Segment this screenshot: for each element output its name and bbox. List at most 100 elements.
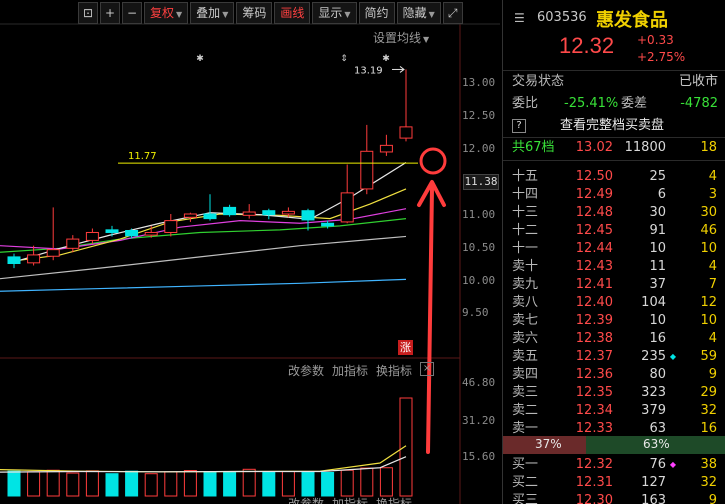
level-volume: 163	[641, 493, 666, 504]
level-volume: 6	[657, 187, 666, 202]
buy-sell-ratio-bar: 37% 63%	[503, 436, 725, 454]
level-price: 12.37	[575, 349, 613, 364]
volume-ma5-line	[0, 456, 407, 473]
level-count: 9	[708, 493, 717, 504]
trade-status-value: 已收市	[678, 74, 718, 89]
hamburger-icon[interactable]: ☰	[514, 11, 525, 25]
level-count: 10	[700, 313, 717, 328]
candle-body	[183, 213, 197, 218]
price-axis-label: 12.00	[462, 142, 496, 155]
chevron-down-icon: ▼	[222, 10, 229, 19]
level-label: 买二	[512, 475, 539, 490]
toolbar-button[interactable]: +	[100, 2, 120, 24]
level-volume: 16	[649, 331, 666, 346]
order-ratio-row: 委比 -25.41% 委差 -4782	[503, 95, 725, 113]
change-params-button[interactable]: 改参数	[288, 362, 324, 379]
total-levels-volume: 11800	[624, 140, 666, 155]
toolbar-button[interactable]: −	[122, 2, 142, 24]
change-params-button[interactable]: 改参数	[288, 495, 324, 504]
level-price: 12.32	[575, 457, 613, 472]
fullscreen-icon[interactable]: ⤢	[442, 2, 463, 24]
divider	[503, 160, 725, 161]
price-axis-label: 11.00	[462, 208, 496, 221]
candle-body	[125, 230, 139, 237]
toolbar-button[interactable]: 画线	[274, 2, 311, 24]
level-volume: 379	[641, 403, 666, 418]
level-price: 12.39	[575, 313, 613, 328]
add-indicator-button[interactable]: 加指标	[332, 362, 368, 379]
order-book-row: 卖十 12.43 11 4	[503, 258, 725, 276]
level-volume: 80	[649, 367, 666, 382]
level-label: 卖六	[512, 331, 539, 346]
order-book-row: 卖六 12.38 16 4	[503, 330, 725, 348]
full-book-link[interactable]: 查看完整档买卖盘	[560, 117, 664, 135]
close-icon[interactable]: ×	[420, 362, 435, 376]
volume-ma10-line	[0, 445, 407, 473]
toolbar-button[interactable]: 隐藏 ▼	[396, 2, 441, 24]
full-book-row[interactable]: ? 查看完整档买卖盘	[503, 117, 725, 135]
level-volume: 104	[641, 295, 666, 310]
order-book-row: 卖七 12.39 10 10	[503, 312, 725, 330]
level-label: 卖八	[512, 295, 539, 310]
star-marker-icon: ✱	[196, 54, 204, 64]
order-book-row: 卖二 12.34 379 32	[503, 402, 725, 420]
volume-bar	[340, 469, 354, 497]
volume-bar	[164, 471, 178, 497]
toolbar-button[interactable]: 简约	[358, 2, 395, 24]
candle-body	[223, 206, 237, 216]
level-count: 30	[700, 205, 717, 220]
trade-status-label: 交易状态	[512, 74, 565, 89]
level-volume: 25	[649, 169, 666, 184]
price-change-pct: +2.75%	[637, 50, 686, 64]
volume-bar	[379, 467, 393, 497]
current-price-marker: 11.38	[463, 174, 499, 190]
candle-body	[164, 220, 178, 233]
level-volume: 76	[649, 457, 666, 472]
kline-chart-area[interactable]: 11.77 13.19 ✱ ⇕ ✱ ⊡ + − 复权 ▼ 叠加 ▼ 筹码 画线 显示 ▼ 简约 隐藏 ▼ ⤢ 设置均…	[0, 0, 500, 504]
candle-body	[242, 211, 256, 216]
level-price: 12.44	[575, 241, 613, 256]
order-book-row: 十一 12.44 10 10	[503, 240, 725, 258]
switch-indicator-button[interactable]: 换指标	[376, 495, 412, 504]
toolbar-button[interactable]: 叠加 ▼	[190, 2, 235, 24]
add-indicator-button[interactable]: 加指标	[332, 495, 368, 504]
price-axis-label: 13.00	[462, 76, 496, 89]
order-book-row: 卖九 12.41 37 7	[503, 276, 725, 294]
level-label: 卖四	[512, 367, 539, 382]
order-book-row: 卖八 12.40 104 12	[503, 294, 725, 312]
price-axis-label: 12.50	[462, 109, 496, 122]
help-icon[interactable]: ?	[512, 119, 526, 133]
toolbar-button[interactable]: 显示 ▼	[312, 2, 357, 24]
order-book-row: 买三 12.30 163 9	[503, 492, 725, 504]
level-count: 4	[708, 259, 717, 274]
candle-body	[7, 256, 21, 264]
volume-bar	[125, 470, 139, 497]
toolbar-button[interactable]: 复权 ▼	[144, 2, 189, 24]
volume-bar	[85, 470, 99, 497]
candle-body	[66, 238, 80, 249]
level-price: 12.48	[575, 205, 613, 220]
candle-body	[360, 150, 374, 190]
total-levels-price: 13.02	[575, 140, 613, 155]
buy-ratio-label: 63%	[643, 437, 670, 451]
level-label: 十五	[512, 169, 539, 184]
candle-body	[262, 210, 276, 216]
order-book-row: 买一 12.32 76 ◆ 38	[503, 456, 725, 474]
ma-setting-link[interactable]: 设置均线 ▼	[373, 29, 429, 46]
level-count: 10	[700, 241, 717, 256]
level-volume: 30	[649, 205, 666, 220]
candle-body	[340, 192, 354, 223]
kline-chart[interactable]: 11.7713.19✱ ⇕ ✱	[0, 0, 500, 504]
weicha-value: -4782	[680, 96, 718, 111]
toolbar-button[interactable]: 筹码	[236, 2, 273, 24]
level-count: 32	[700, 403, 717, 418]
sell-ratio-label: 37%	[535, 437, 562, 451]
volume-bar	[242, 468, 256, 497]
limit-up-badge: 涨	[398, 340, 413, 355]
switch-indicator-button[interactable]: 换指标	[376, 362, 412, 379]
level-price: 12.38	[575, 331, 613, 346]
lock-icon[interactable]: ⊡	[78, 2, 98, 24]
level-price: 12.36	[575, 367, 613, 382]
level-price: 12.40	[575, 295, 613, 310]
level-count: 32	[700, 475, 717, 490]
